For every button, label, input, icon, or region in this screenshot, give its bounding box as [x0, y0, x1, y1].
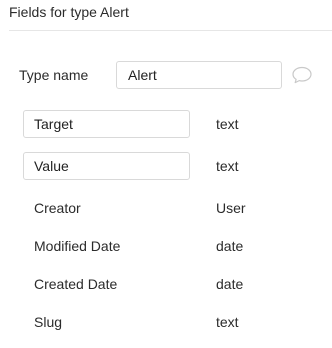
field-name-creator: Creator	[34, 200, 81, 216]
type-name-input[interactable]	[116, 61, 282, 89]
fields-panel: Fields for type Alert Type name text tex…	[0, 0, 332, 348]
field-name-slug: Slug	[34, 314, 63, 330]
type-name-label: Type name	[19, 67, 89, 83]
field-name-modified-date: Modified Date	[34, 238, 121, 254]
field-name-input-target[interactable]	[23, 110, 190, 138]
field-type-target: text	[216, 116, 239, 132]
panel-title: Fields for type Alert	[9, 4, 129, 20]
header-divider	[9, 30, 332, 31]
field-type-created-date: date	[216, 276, 244, 292]
field-type-value: text	[216, 158, 239, 174]
speech-bubble-icon[interactable]	[291, 65, 313, 85]
field-type-creator: User	[216, 200, 246, 216]
field-name-created-date: Created Date	[34, 276, 118, 292]
field-name-input-value[interactable]	[23, 152, 190, 180]
field-type-slug: text	[216, 314, 239, 330]
field-type-modified-date: date	[216, 238, 244, 254]
